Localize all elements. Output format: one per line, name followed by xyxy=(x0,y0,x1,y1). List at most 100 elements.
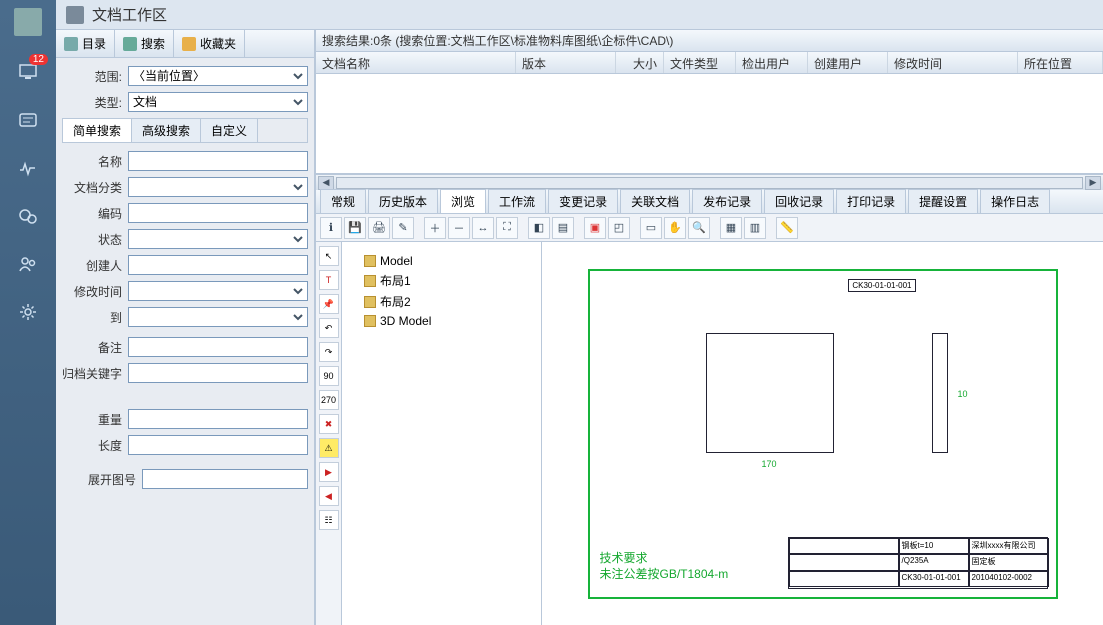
dtab-print[interactable]: 打印记录 xyxy=(836,189,906,213)
tree-node-layout1[interactable]: 布局1 xyxy=(348,270,535,291)
sidebar-tabs: 目录 搜索 收藏夹 xyxy=(56,30,314,58)
vt-flag1-icon[interactable]: ▶ xyxy=(319,462,339,482)
col-version[interactable]: 版本 xyxy=(516,52,616,73)
rail-pulse-icon[interactable] xyxy=(16,156,40,180)
sidebar-tab-search[interactable]: 搜索 xyxy=(115,30,174,57)
col-size[interactable]: 大小 xyxy=(616,52,664,73)
zoom-out-icon[interactable]: － xyxy=(448,217,470,239)
vt-rot270-icon[interactable]: 270 xyxy=(319,390,339,410)
subtab-advanced[interactable]: 高级搜索 xyxy=(132,119,201,142)
scroll-left-button[interactable]: ◀ xyxy=(318,176,334,190)
dtab-related[interactable]: 关联文档 xyxy=(620,189,690,213)
archive-keyword-input[interactable] xyxy=(128,363,308,383)
col-creator[interactable]: 创建用户 xyxy=(808,52,888,73)
col-checkout-user[interactable]: 检出用户 xyxy=(736,52,808,73)
drawing-notes: 技术要求 未注公差按GB/T1804-m xyxy=(600,551,729,582)
status-select[interactable] xyxy=(128,229,308,249)
vt-arrow-icon[interactable]: ↖ xyxy=(319,246,339,266)
vt-flag2-icon[interactable]: ◀ xyxy=(319,486,339,506)
pen-icon[interactable]: ✎ xyxy=(392,217,414,239)
fit-width-icon[interactable]: ↔ xyxy=(472,217,494,239)
subtab-simple[interactable]: 简单搜索 xyxy=(63,119,132,142)
layers-icon[interactable]: ▤ xyxy=(552,217,574,239)
results-grid-body[interactable] xyxy=(316,74,1103,174)
dtab-remind[interactable]: 提醒设置 xyxy=(908,189,978,213)
tree-node-model[interactable]: Model xyxy=(348,252,535,270)
left-sidebar: 目录 搜索 收藏夹 范围: 〈当前位置〉 类型: 文档 简单搜索 高级搜索 自定… xyxy=(56,30,316,625)
weight-input[interactable] xyxy=(128,409,308,429)
type-select[interactable]: 文档 xyxy=(128,92,308,112)
vt-warn-icon[interactable]: ⚠ xyxy=(319,438,339,458)
model-tree: Model 布局1 布局2 3D Model xyxy=(342,242,542,625)
vt-text-icon[interactable]: T xyxy=(319,270,339,290)
overview-icon[interactable]: ▦ xyxy=(720,217,742,239)
measure-icon[interactable]: 📏 xyxy=(776,217,798,239)
dim-height: 10 xyxy=(957,389,967,399)
col-location[interactable]: 所在位置 xyxy=(1018,52,1103,73)
grid-icon[interactable]: ▥ xyxy=(744,217,766,239)
name-input[interactable] xyxy=(128,151,308,171)
rail-settings-icon[interactable] xyxy=(16,300,40,324)
vt-pin-icon[interactable]: 📌 xyxy=(319,294,339,314)
dtab-workflow[interactable]: 工作流 xyxy=(488,189,546,213)
workspace-icon xyxy=(66,6,84,24)
category-select[interactable] xyxy=(128,177,308,197)
scroll-right-button[interactable]: ▶ xyxy=(1085,176,1101,190)
code-input[interactable] xyxy=(128,203,308,223)
dtab-history[interactable]: 历史版本 xyxy=(368,189,438,213)
dtab-preview[interactable]: 浏览 xyxy=(440,189,486,213)
dtab-change[interactable]: 变更记录 xyxy=(548,189,618,213)
bw-icon[interactable]: ◧ xyxy=(528,217,550,239)
vt-rot90-icon[interactable]: 90 xyxy=(319,366,339,386)
creator-input[interactable] xyxy=(128,255,308,275)
tree-node-layout2[interactable]: 布局2 xyxy=(348,291,535,312)
rail-users-icon[interactable] xyxy=(16,252,40,276)
viewer-left-toolstrip: ↖ T 📌 ↶ ↷ 90 270 ✖ ⚠ ▶ ◀ ☷ xyxy=(316,242,342,625)
col-mtime[interactable]: 修改时间 xyxy=(888,52,1018,73)
dtab-publish[interactable]: 发布记录 xyxy=(692,189,762,213)
mtime-from-select[interactable] xyxy=(128,281,308,301)
vt-close-icon[interactable]: ✖ xyxy=(319,414,339,434)
vt-tree-icon[interactable]: ☷ xyxy=(319,510,339,530)
titlebar: 文档工作区 xyxy=(56,0,1103,30)
subtab-custom[interactable]: 自定义 xyxy=(201,119,258,142)
col-doc-name[interactable]: 文档名称 xyxy=(316,52,516,73)
expand-no-input[interactable] xyxy=(142,469,308,489)
col-file-type[interactable]: 文件类型 xyxy=(664,52,736,73)
viewer: ↖ T 📌 ↶ ↷ 90 270 ✖ ⚠ ▶ ◀ ☷ Model 布局1 布局2 xyxy=(316,242,1103,625)
dtab-general[interactable]: 常规 xyxy=(320,189,366,213)
vt-rot-right-icon[interactable]: ↷ xyxy=(319,342,339,362)
layout-icon xyxy=(364,315,376,327)
dtab-recycle[interactable]: 回收记录 xyxy=(764,189,834,213)
fit-window-icon[interactable]: ⛶ xyxy=(496,217,518,239)
info-icon[interactable]: ℹ xyxy=(320,217,342,239)
rail-card-icon[interactable] xyxy=(16,108,40,132)
drawing-canvas[interactable]: CK30-01-01-001 170 10 技术要求 未注公差按GB/T1804… xyxy=(542,242,1103,625)
select-icon[interactable]: ▭ xyxy=(640,217,662,239)
window-icon[interactable]: ◰ xyxy=(608,217,630,239)
scope-select[interactable]: 〈当前位置〉 xyxy=(128,66,308,86)
vt-rot-left-icon[interactable]: ↶ xyxy=(319,318,339,338)
scroll-track[interactable] xyxy=(336,177,1083,189)
tree-node-3dmodel[interactable]: 3D Model xyxy=(348,312,535,330)
zoom-region-icon[interactable]: 🔍 xyxy=(688,217,710,239)
print-icon[interactable]: 🖨 xyxy=(368,217,390,239)
pan-icon[interactable]: ✋ xyxy=(664,217,686,239)
rail-monitor-icon[interactable]: 12 xyxy=(16,60,40,84)
grid-hscroll[interactable]: ◀ ▶ xyxy=(316,174,1103,190)
user-avatar[interactable] xyxy=(14,8,42,36)
save-icon[interactable]: 💾 xyxy=(344,217,366,239)
sidebar-tab-directory[interactable]: 目录 xyxy=(56,30,115,57)
remark-input[interactable] xyxy=(128,337,308,357)
app-left-rail: 12 xyxy=(0,0,56,625)
type-label: 类型: xyxy=(62,94,122,111)
right-pane: 搜索结果:0条 (搜索位置:文档工作区\标准物料库图纸\企标件\CAD\) 文档… xyxy=(316,30,1103,625)
sidebar-tab-favorites[interactable]: 收藏夹 xyxy=(174,30,245,57)
star-icon xyxy=(182,37,196,51)
rail-chat-icon[interactable] xyxy=(16,204,40,228)
region-icon[interactable]: ▣ xyxy=(584,217,606,239)
length-input[interactable] xyxy=(128,435,308,455)
zoom-in-icon[interactable]: ＋ xyxy=(424,217,446,239)
mtime-to-select[interactable] xyxy=(128,307,308,327)
dtab-log[interactable]: 操作日志 xyxy=(980,189,1050,213)
